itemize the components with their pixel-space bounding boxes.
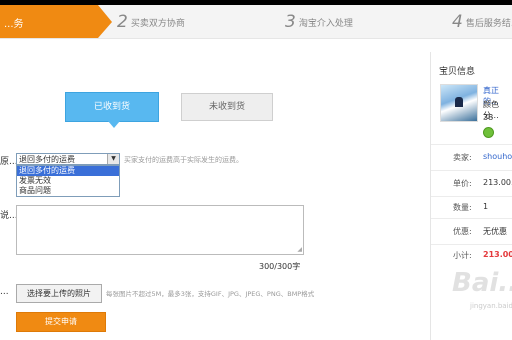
step-3-label: 淘宝介入处理 [298,18,353,29]
divider [431,244,512,245]
received-goods-button[interactable]: 已收到货 [65,92,159,128]
subtotal-key: 小计: [453,251,472,260]
reason-hint: 买家支付的运费高于实际发生的运费。 [124,156,243,164]
seller-link[interactable]: shouho... [483,152,512,161]
step-2-label: 买卖双方协商 [130,18,185,29]
unit-price-value: 213.00... [483,178,512,187]
watermark-url: jingyan.baidu.com [470,302,512,310]
step-3: 3 淘宝介入处理 [285,10,353,34]
upload-photo-button[interactable]: 选择要上传的照片 [16,284,102,303]
product-size: 38 [483,113,494,122]
reason-option[interactable]: 退回多付的运费 [17,166,119,176]
reason-select[interactable]: 退回多付的运费 ▼ [16,153,120,165]
not-received-goods-button[interactable]: 未收到货 [181,93,273,121]
product-thumbnail[interactable] [440,84,478,122]
sidebar-title: 宝贝信息 [439,67,476,77]
description-label: 说... [0,211,18,221]
baidu-watermark: Bai... [452,268,512,298]
step-2-number: 2 [117,12,128,32]
reason-dropdown-list: 退回多付的运费 发票无效 商品问题 [16,165,120,197]
divider [431,144,512,145]
step-1-label: ...务 [4,19,24,30]
upload-label: ... [0,287,9,297]
seller-key: 卖家: [453,153,472,162]
divider [431,170,512,171]
submit-application-button[interactable]: 提交申请 [16,312,106,332]
description-textarea[interactable]: ◢ [16,205,304,255]
submit-application-label: 提交申请 [45,317,77,326]
upload-photo-label: 选择要上传的照片 [27,289,91,298]
step-4-label: 售后服务结... [465,18,512,29]
divider [431,196,512,197]
step-2: 2 买卖双方协商 [117,10,185,34]
quantity-key: 数量: [453,203,472,212]
subtotal-value: 213.00... [483,250,512,259]
step-4: 4 售后服务结... [452,10,512,34]
step-3-number: 3 [285,12,296,32]
received-goods-label: 已收到货 [93,102,130,112]
skier-image-icon [455,97,463,107]
step-1-active: ...务 [0,5,112,38]
progress-steps: ...务 2 买卖双方协商 3 淘宝介入处理 4 售后服务结... [0,5,512,39]
character-counter: 300/300字 [259,262,301,271]
reason-label: 原... [0,157,18,167]
status-dot-icon [483,127,494,138]
step-arrow-shape [98,5,112,38]
step-4-number: 4 [452,12,463,32]
selected-pointer-shape [108,121,120,128]
reason-option[interactable]: 商品问题 [17,186,119,196]
chevron-down-icon[interactable]: ▼ [107,154,119,164]
divider [431,218,512,219]
discount-value: 无优惠 [483,227,507,236]
resize-handle-icon[interactable]: ◢ [297,246,302,253]
quantity-value: 1 [483,202,489,211]
reason-select-value: 退回多付的运费 [19,155,75,164]
upload-hint: 每张图片不超过5M，最多3张，支持GIF、JPG、JPEG、PNG、BMP格式 [106,290,315,298]
not-received-goods-label: 未收到货 [208,102,245,112]
reason-option[interactable]: 发票无效 [17,176,119,186]
discount-key: 优惠: [453,227,472,236]
unit-price-key: 单价: [453,179,472,188]
